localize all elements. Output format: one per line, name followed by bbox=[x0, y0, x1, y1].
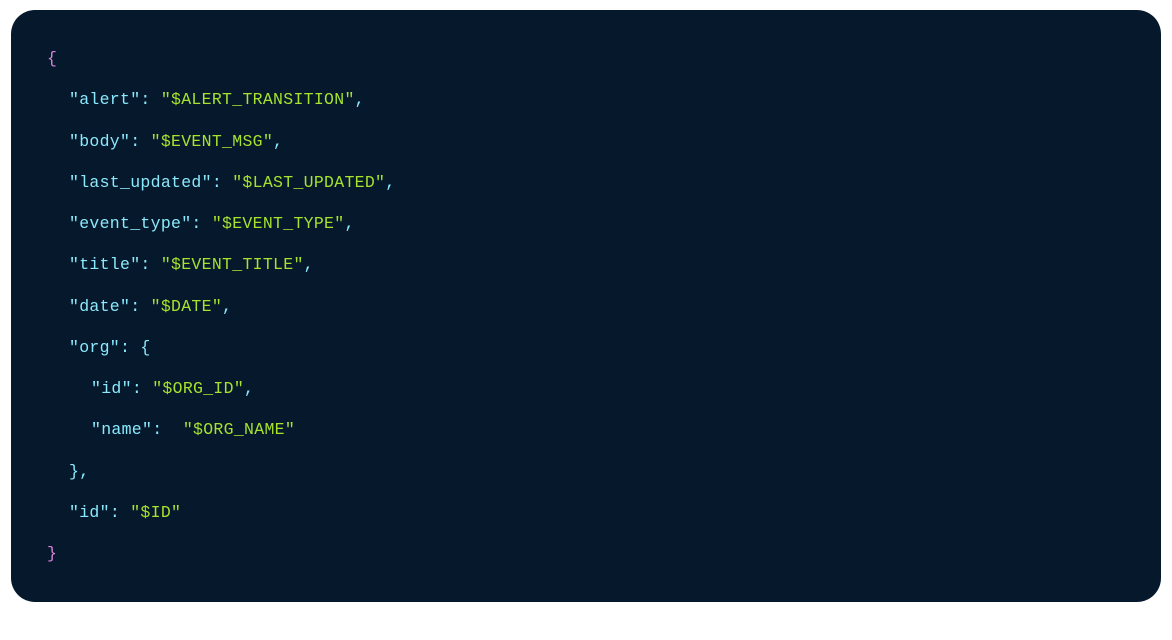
colon: : bbox=[130, 132, 140, 151]
value: "$EVENT_MSG" bbox=[151, 132, 273, 151]
open-brace: { bbox=[47, 49, 57, 68]
colon: : bbox=[120, 338, 130, 357]
comma: , bbox=[355, 90, 365, 109]
value: "$EVENT_TITLE" bbox=[161, 255, 304, 274]
key: "body" bbox=[69, 132, 130, 151]
colon: : bbox=[132, 379, 142, 398]
close-brace: } bbox=[47, 544, 57, 563]
key: "name" bbox=[91, 420, 152, 439]
comma: , bbox=[79, 462, 89, 481]
space bbox=[140, 297, 150, 316]
inner-close-brace: } bbox=[69, 462, 79, 481]
value: "$EVENT_TYPE" bbox=[212, 214, 345, 233]
space bbox=[151, 90, 161, 109]
code-line-org-name: "name": "$ORG_NAME" bbox=[47, 409, 1125, 450]
colon: : bbox=[110, 503, 120, 522]
space bbox=[162, 420, 182, 439]
key: "event_type" bbox=[69, 214, 191, 233]
key: "id" bbox=[69, 503, 110, 522]
code-line-alert: "alert": "$ALERT_TRANSITION", bbox=[47, 79, 1125, 120]
key: "id" bbox=[91, 379, 132, 398]
space bbox=[151, 255, 161, 274]
colon: : bbox=[130, 297, 140, 316]
colon: : bbox=[212, 173, 222, 192]
code-line-org-open: "org": { bbox=[47, 327, 1125, 368]
value: "$ORG_NAME" bbox=[183, 420, 295, 439]
value: "$DATE" bbox=[151, 297, 222, 316]
comma: , bbox=[244, 379, 254, 398]
space bbox=[202, 214, 212, 233]
space bbox=[140, 132, 150, 151]
space bbox=[120, 503, 130, 522]
code-line-org-close: }, bbox=[47, 451, 1125, 492]
key: "title" bbox=[69, 255, 140, 274]
json-code-block: { "alert": "$ALERT_TRANSITION", "body": … bbox=[11, 10, 1161, 602]
comma: , bbox=[304, 255, 314, 274]
brace-close-line: } bbox=[47, 533, 1125, 574]
code-line-org-id: "id": "$ORG_ID", bbox=[47, 368, 1125, 409]
brace-open-line: { bbox=[47, 38, 1125, 79]
code-line-last-updated: "last_updated": "$LAST_UPDATED", bbox=[47, 162, 1125, 203]
space bbox=[130, 338, 140, 357]
colon: : bbox=[152, 420, 162, 439]
code-line-title: "title": "$EVENT_TITLE", bbox=[47, 244, 1125, 285]
code-line-body: "body": "$EVENT_MSG", bbox=[47, 121, 1125, 162]
colon: : bbox=[140, 90, 150, 109]
code-line-id: "id": "$ID" bbox=[47, 492, 1125, 533]
inner-open-brace: { bbox=[140, 338, 150, 357]
value: "$LAST_UPDATED" bbox=[232, 173, 385, 192]
colon: : bbox=[140, 255, 150, 274]
key: "org" bbox=[69, 338, 120, 357]
colon: : bbox=[191, 214, 201, 233]
key: "date" bbox=[69, 297, 130, 316]
comma: , bbox=[222, 297, 232, 316]
value: "$ORG_ID" bbox=[152, 379, 244, 398]
comma: , bbox=[385, 173, 395, 192]
space bbox=[142, 379, 152, 398]
code-line-date: "date": "$DATE", bbox=[47, 286, 1125, 327]
comma: , bbox=[344, 214, 354, 233]
value: "$ALERT_TRANSITION" bbox=[161, 90, 355, 109]
space bbox=[222, 173, 232, 192]
key: "alert" bbox=[69, 90, 140, 109]
key: "last_updated" bbox=[69, 173, 212, 192]
code-line-event-type: "event_type": "$EVENT_TYPE", bbox=[47, 203, 1125, 244]
value: "$ID" bbox=[130, 503, 181, 522]
comma: , bbox=[273, 132, 283, 151]
